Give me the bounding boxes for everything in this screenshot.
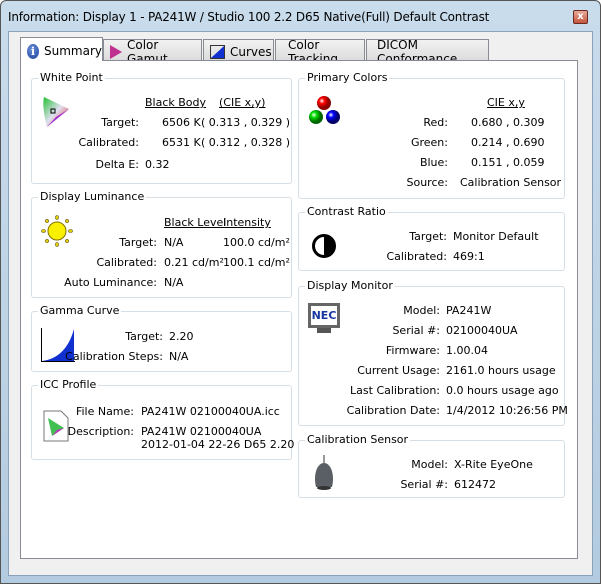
value: 2012-01-04 22-26 D65 2.20 [141, 438, 295, 451]
curve-icon [210, 44, 225, 59]
label: Calibrated: [96, 256, 157, 269]
info-icon: i [27, 43, 39, 59]
label: File Name: [75, 405, 134, 418]
label: Target: [409, 230, 447, 243]
monitor-value: 02100040UA [446, 324, 518, 337]
group-title: Gamma Curve [38, 304, 122, 317]
label: Serial #: [400, 478, 448, 491]
gamut-icon [110, 44, 122, 59]
label: Red: [423, 116, 448, 129]
monitor-value: 0.0 hours usage ago [446, 384, 559, 397]
value: PA241W 02100040UA [141, 425, 262, 438]
label: Calibration Steps: [65, 350, 163, 363]
value: N/A [164, 276, 184, 289]
value: Monitor Default [453, 230, 539, 243]
nec-monitor-icon: NEC [308, 303, 340, 328]
label: Calibrated: [78, 136, 139, 149]
group-title: Display Luminance [38, 190, 147, 203]
value: 0.151 , 0.059 [471, 156, 545, 169]
value: N/A [169, 350, 189, 363]
monitor-value: 1/4/2012 10:26:56 PM [446, 404, 568, 417]
column-header: (CIE x,y) [219, 96, 266, 109]
close-button[interactable]: x [573, 10, 588, 24]
group-title: Display Monitor [305, 279, 395, 292]
group-title: Calibration Sensor [305, 433, 411, 446]
column-header: CIE x,y [487, 96, 525, 109]
value: 612472 [454, 478, 496, 491]
label: Auto Luminance: [64, 276, 157, 289]
sensor-device-icon [314, 455, 334, 490]
value: 0.21 cd/m² [164, 256, 224, 269]
group-title: Contrast Ratio [305, 205, 388, 218]
value: PA241W 02100040UA.icc [141, 405, 280, 418]
label: Calibrated: [386, 250, 447, 263]
label: Source: [406, 176, 449, 189]
value: 100.0 cd/m² [223, 236, 290, 249]
column-header: Black Body [145, 96, 207, 109]
label: Description: [67, 425, 134, 438]
value: 100.1 cd/m² [223, 256, 290, 269]
label: Delta E: [95, 158, 139, 171]
group-title: Primary Colors [305, 71, 390, 84]
label: Target: [125, 330, 163, 343]
window-title: Information: Display 1 - PA241W / Studio… [8, 10, 490, 24]
group-title: White Point [38, 71, 105, 84]
monitor-label: Calibration Date: [346, 404, 440, 417]
tab-dicom-conformance[interactable]: DICOM Conformance [366, 38, 489, 66]
label: Blue: [419, 156, 448, 169]
tab-summary[interactable]: i Summary [20, 37, 103, 61]
value: 469:1 [453, 250, 485, 263]
monitor-stand [317, 328, 331, 333]
value: 0.32 [145, 158, 170, 171]
monitor-value: 2161.0 hours usage [446, 364, 556, 377]
value: 2.20 [169, 330, 194, 343]
monitor-label: Current Usage: [357, 364, 440, 377]
column-header: Intensity [223, 216, 271, 229]
rgb-primaries-icon [309, 96, 340, 124]
label: Model: [411, 458, 448, 471]
tab-color-tracking[interactable]: Color Tracking [275, 38, 365, 66]
monitor-label: Last Calibration: [350, 384, 440, 397]
label: Green: [410, 136, 448, 149]
value: 0.680 , 0.309 [471, 116, 545, 129]
group-title: ICC Profile [38, 378, 99, 391]
contrast-icon [312, 234, 336, 258]
value: Calibration Sensor [460, 176, 562, 189]
value: ( 0.313 , 0.329 ) [201, 116, 291, 129]
value: 0.214 , 0.690 [471, 136, 545, 149]
monitor-label: Firmware: [385, 344, 440, 357]
value: N/A [164, 236, 184, 249]
value: 6506 K [162, 116, 201, 129]
monitor-label: Model: [403, 304, 440, 317]
column-header: Black Level [164, 216, 227, 229]
value: X-Rite EyeOne [454, 458, 533, 471]
monitor-label: Serial #: [392, 324, 440, 337]
monitor-value: PA241W [446, 304, 492, 317]
monitor-value: 1.00.04 [446, 344, 488, 357]
tab-curves[interactable]: Curves [203, 39, 274, 60]
tab-color-gamut[interactable]: Color Gamut [103, 38, 202, 66]
value: ( 0.312 , 0.328 ) [201, 136, 291, 149]
label: Target: [119, 236, 157, 249]
value: 6531 K [162, 136, 201, 149]
label: Target: [101, 116, 139, 129]
